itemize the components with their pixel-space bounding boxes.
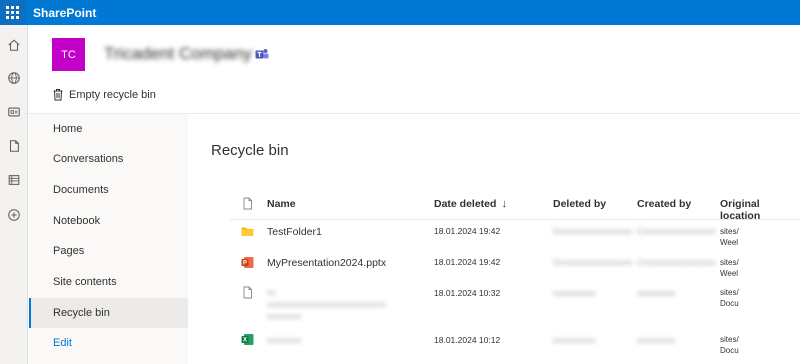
file-icon[interactable] [6, 138, 22, 154]
original-location: sites/ Docu [720, 287, 739, 309]
original-location: sites/ Weel [720, 257, 739, 279]
waffle-icon [6, 6, 19, 19]
page-title: Recycle bin [211, 142, 289, 159]
list-icon[interactable] [6, 172, 22, 188]
teams-icon[interactable] [255, 48, 269, 61]
nav-item-documents[interactable]: Documents [29, 175, 188, 205]
nav-item-site-contents[interactable]: Site contents [29, 267, 188, 297]
nav-item-label: Documents [53, 184, 109, 196]
nav-item-label: Site contents [53, 276, 117, 288]
location-line: sites/ [720, 335, 739, 344]
date-deleted: 18.01.2024 19:42 [434, 226, 501, 236]
column-header-date-deleted-label: Date deleted [434, 198, 497, 210]
date-deleted: 18.01.2024 10:12 [434, 335, 501, 345]
original-location: sites/ Weel [720, 226, 739, 248]
site-logo-initials: TC [61, 48, 76, 61]
excel-icon: X [241, 334, 254, 345]
nav-item-conversations[interactable]: Conversations [29, 144, 188, 174]
column-header-deleted-by[interactable]: Deleted by [553, 198, 606, 210]
nav-item-recycle-bin[interactable]: Recycle bin [29, 298, 188, 328]
original-location: sites/ Docu [720, 334, 739, 356]
column-header-name[interactable]: Name [267, 198, 296, 210]
created-by: Cxxxxxxxxxxxxxxxxx [637, 226, 716, 236]
column-header-date-deleted[interactable]: Date deleted ↓ [434, 198, 507, 210]
empty-recycle-bin-label: Empty recycle bin [69, 88, 156, 101]
file-icon [243, 286, 252, 299]
nav-edit-link[interactable]: Edit [29, 328, 188, 358]
location-line: Docu [720, 299, 739, 308]
location-line: sites/ [720, 227, 739, 236]
globe-icon[interactable] [6, 70, 22, 86]
nav-item-notebook[interactable]: Notebook [29, 206, 188, 236]
location-line: Weel [720, 269, 739, 278]
location-line: sites/ [720, 288, 739, 297]
deleted-by: xxxxxxxxxx [553, 288, 596, 298]
created-by: Cxxxxxxxxxxxxxxxxx [637, 257, 716, 267]
nav-item-label: Recycle bin [53, 307, 110, 319]
item-name-line-2: xxxxxxxxxxxxxxxxxxxxxxxxxxxx [267, 299, 386, 309]
item-name[interactable]: MyPresentation2024.pptx [267, 257, 386, 269]
folder-icon [241, 227, 254, 236]
news-icon[interactable] [6, 104, 22, 120]
item-name[interactable]: xx [267, 287, 276, 297]
location-line: sites/ [720, 258, 739, 267]
empty-recycle-bin-button[interactable]: Empty recycle bin [52, 88, 156, 101]
location-line: Weel [720, 238, 739, 247]
header-divider [230, 219, 800, 220]
nav-item-label: Notebook [53, 215, 101, 227]
site-navigation: Home Conversations Documents Notebook Pa… [29, 114, 188, 364]
item-name[interactable]: xxxxxxxx [267, 335, 301, 345]
app-bar [0, 25, 28, 364]
site-title[interactable]: Tricadent Company [104, 44, 252, 64]
deleted-by: Gxxxxxxxxxxxxxxxxu [553, 226, 633, 236]
file-type-header-icon[interactable] [241, 197, 254, 210]
location-line: Docu [720, 346, 739, 355]
date-deleted: 18.01.2024 19:42 [434, 257, 501, 267]
nav-item-label: Edit [53, 337, 72, 349]
created-by: xxxxxxxxx [637, 335, 676, 345]
item-name[interactable]: TestFolder1 [267, 226, 322, 238]
item-name-line-3: xxxxxxxx [267, 311, 301, 321]
site-logo[interactable]: TC [52, 38, 85, 71]
nav-item-pages[interactable]: Pages [29, 236, 188, 266]
powerpoint-icon: P [241, 257, 254, 268]
svg-text:X: X [243, 338, 247, 344]
nav-item-label: Home [53, 123, 83, 135]
deleted-by: Gxxxxxxxxxxxxxxxxu [553, 257, 633, 267]
svg-text:P: P [243, 261, 247, 267]
created-by: xxxxxxxxx [637, 288, 676, 298]
sort-descending-icon: ↓ [501, 198, 507, 210]
nav-item-label: Pages [53, 245, 85, 257]
app-launcher-button[interactable] [0, 0, 25, 25]
deleted-by: xxxxxxxxxx [553, 335, 596, 345]
suite-bar: SharePoint [0, 0, 800, 25]
trash-icon [53, 89, 63, 101]
column-header-created-by[interactable]: Created by [637, 198, 691, 210]
nav-item-label: Conversations [53, 153, 124, 165]
home-icon[interactable] [6, 37, 22, 53]
add-icon[interactable] [6, 207, 22, 223]
nav-item-home[interactable]: Home [29, 114, 188, 144]
app-name[interactable]: SharePoint [33, 6, 96, 20]
date-deleted: 18.01.2024 10:32 [434, 288, 501, 298]
